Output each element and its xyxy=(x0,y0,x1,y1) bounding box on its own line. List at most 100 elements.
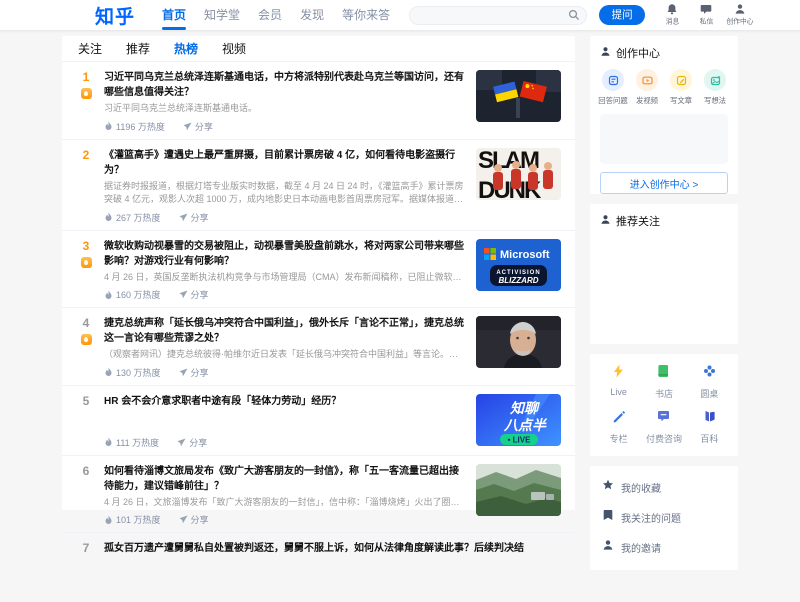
svg-text:BLIZZARD: BLIZZARD xyxy=(499,276,539,285)
write-article-action[interactable]: 写文章 xyxy=(666,69,696,106)
search-input[interactable] xyxy=(409,6,587,25)
list-item[interactable]: 6 如何看待淄博文旅局发布《致广大游客朋友的一封信》，称「五一客流量已超出接待能… xyxy=(62,455,575,533)
rank-number: 4 xyxy=(83,316,90,331)
share-button[interactable]: 分享 xyxy=(183,120,213,133)
list-item[interactable]: 7 孤女百万遗产遭舅舅私自处置被判返还，舅舅不服上诉，如何从法律角度解读此事？后… xyxy=(62,532,575,602)
search-box xyxy=(409,5,587,25)
share-button[interactable]: 分享 xyxy=(177,436,207,449)
ask-question-button[interactable]: 提问 xyxy=(599,5,645,25)
rank-number: 5 xyxy=(83,394,90,409)
question-title[interactable]: HR 会不会介意求职者中途有段「轻体力劳动」经历？ xyxy=(104,394,466,409)
list-item[interactable]: 4 捷克总统声称「延长俄乌冲突符合中国利益」，俄外长斥「言论不正常」，捷克总统这… xyxy=(62,307,575,385)
question-title[interactable]: 《灌篮高手》遭遇史上最严重屏摄，目前累计票房破 4 亿，如何看待电影盗摄行为？ xyxy=(104,148,466,178)
share-button[interactable]: 分享 xyxy=(179,513,209,526)
heat-metric: 101 万热度 xyxy=(104,513,161,526)
feed-tabs: 关注 推荐 热榜 视频 xyxy=(62,36,575,62)
list-item[interactable]: 3 微软收购动视暴雪的交易被阻止，动视暴雪美股盘前跳水，将对两家公司带来哪些影响… xyxy=(62,230,575,308)
rank-number: 7 xyxy=(83,541,90,556)
share-button[interactable]: 分享 xyxy=(179,366,209,379)
hot-list-panel: 关注 推荐 热榜 视频 1 习近平同乌克兰总统泽连斯基通电话，中方将派特别代表赴… xyxy=(62,36,575,510)
main-nav: 首页 知学堂 会员 发现 等你来答 xyxy=(153,0,399,30)
share-button[interactable]: 分享 xyxy=(179,288,209,301)
my-invites-link[interactable]: 我的邀请 xyxy=(590,532,738,562)
question-title[interactable]: 捷克总统声称「延长俄乌冲突符合中国利益」，俄外长斥「言论不正常」，捷克总统这一言… xyxy=(104,316,466,346)
nav-item-answer[interactable]: 等你来答 xyxy=(333,0,399,30)
tab-follow[interactable]: 关注 xyxy=(78,40,102,57)
heat-metric: 130 万热度 xyxy=(104,366,161,379)
answer-question-action[interactable]: 回答问题 xyxy=(598,69,628,106)
post-video-action[interactable]: 发视频 xyxy=(632,69,662,106)
share-button[interactable]: 分享 xyxy=(179,211,209,224)
thumbnail-zhiliao-live[interactable]: 知聊 八点半 • LIVE xyxy=(476,394,561,446)
search-icon[interactable] xyxy=(568,8,580,26)
tab-recommend[interactable]: 推荐 xyxy=(126,40,150,57)
quick-link-paid-consult[interactable]: 付费咨询 xyxy=(641,409,686,445)
question-title[interactable]: 习近平同乌克兰总统泽连斯基通电话，中方将派特别代表赴乌克兰等国访问，还有哪些信息… xyxy=(104,70,466,100)
thumbnail-landscape[interactable] xyxy=(476,464,561,516)
question-title[interactable]: 孤女百万遗产遭舅舅私自处置被判返还，舅舅不服上诉，如何从法律角度解读此事？后续判… xyxy=(104,541,551,556)
person-icon xyxy=(600,214,616,228)
my-collections-link[interactable]: 我的收藏 xyxy=(590,472,738,502)
lightning-icon xyxy=(612,364,625,383)
hot-badge-icon xyxy=(81,257,92,268)
thumbnail-slam-dunk[interactable]: SLAM DUNK xyxy=(476,148,561,200)
pen-icon xyxy=(612,409,625,428)
hot-badge-icon xyxy=(81,334,92,345)
quick-link-bookstore[interactable]: 书店 xyxy=(641,364,686,400)
question-excerpt: 习近平同乌克兰总统泽连斯基通电话。 xyxy=(104,102,466,116)
rank-number: 6 xyxy=(83,464,90,479)
roundtable-icon xyxy=(703,364,716,383)
messages-button[interactable]: 消息 xyxy=(655,3,689,27)
heat-metric: 111 万热度 xyxy=(104,436,159,449)
heat-metric: 267 万热度 xyxy=(104,211,161,224)
header-actions: 消息 私信 创作中心 xyxy=(655,3,757,27)
write-idea-action[interactable]: 写想法 xyxy=(700,69,730,106)
zhihu-logo[interactable]: 知乎 xyxy=(95,2,135,29)
share-icon xyxy=(179,368,188,377)
question-title[interactable]: 微软收购动视暴雪的交易被阻止，动视暴雪美股盘前跳水，将对两家公司带来哪些影响？对… xyxy=(104,239,466,269)
flame-icon xyxy=(104,121,113,131)
list-item[interactable]: 2 《灌篮高手》遭遇史上最严重屏摄，目前累计票房破 4 亿，如何看待电影盗摄行为… xyxy=(62,139,575,230)
thumbnail-flags[interactable] xyxy=(476,70,561,122)
nav-item-zhixuetang[interactable]: 知学堂 xyxy=(195,0,249,30)
thumbnail-portrait[interactable] xyxy=(476,316,561,368)
quick-link-roundtable[interactable]: 圆桌 xyxy=(687,364,732,400)
svg-text:知聊: 知聊 xyxy=(509,400,540,416)
rank-number: 1 xyxy=(83,70,90,85)
share-icon xyxy=(179,213,188,222)
quick-link-column[interactable]: 专栏 xyxy=(596,409,641,445)
card-title: 创作中心 xyxy=(616,45,660,61)
quick-link-encyclopedia[interactable]: 百科 xyxy=(687,409,732,445)
my-followed-questions-link[interactable]: 我关注的问题 xyxy=(590,502,738,532)
encyclopedia-icon xyxy=(703,409,716,428)
book-icon xyxy=(657,364,670,383)
creation-center-card: 创作中心 回答问题 发视频 写文章 xyxy=(590,36,738,194)
nav-item-discover[interactable]: 发现 xyxy=(291,0,333,30)
rank-number: 3 xyxy=(83,239,90,254)
bookmark-icon xyxy=(602,508,621,526)
tab-video[interactable]: 视频 xyxy=(222,40,246,57)
answer-icon xyxy=(602,69,624,91)
question-excerpt: 据证券时报报道，根据灯塔专业版实时数据，截至 4 月 24 日 24 时，《灌篮… xyxy=(104,180,466,207)
question-excerpt: 4 月 26 日，英国反垄断执法机构竞争与市场管理局（CMA）发布新闻稿称，已阻… xyxy=(104,271,466,285)
enter-creation-center-button[interactable]: 进入创作中心 > xyxy=(600,172,728,194)
tab-hot[interactable]: 热榜 xyxy=(174,40,198,57)
nav-item-member[interactable]: 会员 xyxy=(249,0,291,30)
rank-number: 2 xyxy=(83,148,90,163)
article-icon xyxy=(670,69,692,91)
banner-placeholder xyxy=(600,114,728,164)
video-icon xyxy=(636,69,658,91)
nav-item-home[interactable]: 首页 xyxy=(153,0,195,30)
bell-icon xyxy=(666,3,678,15)
list-item[interactable]: 5 HR 会不会介意求职者中途有段「轻体力劳动」经历？ 111 万热度 分享 xyxy=(62,385,575,455)
paid-chat-icon xyxy=(657,409,670,428)
list-item[interactable]: 1 习近平同乌克兰总统泽连斯基通电话，中方将派特别代表赴乌克兰等国访问，还有哪些… xyxy=(62,62,575,139)
share-icon xyxy=(177,438,186,447)
recommend-follow-card: 推荐关注 xyxy=(590,204,738,344)
quick-link-live[interactable]: Live xyxy=(596,364,641,400)
star-icon xyxy=(602,478,621,496)
question-title[interactable]: 如何看待淄博文旅局发布《致广大游客朋友的一封信》，称「五一客流量已超出接待能力，… xyxy=(104,464,466,494)
private-message-button[interactable]: 私信 xyxy=(689,3,723,27)
thumbnail-microsoft-activision[interactable]: Microsoft ACTIVISION BLIZZARD xyxy=(476,239,561,291)
creator-center-button[interactable]: 创作中心 xyxy=(723,3,757,27)
